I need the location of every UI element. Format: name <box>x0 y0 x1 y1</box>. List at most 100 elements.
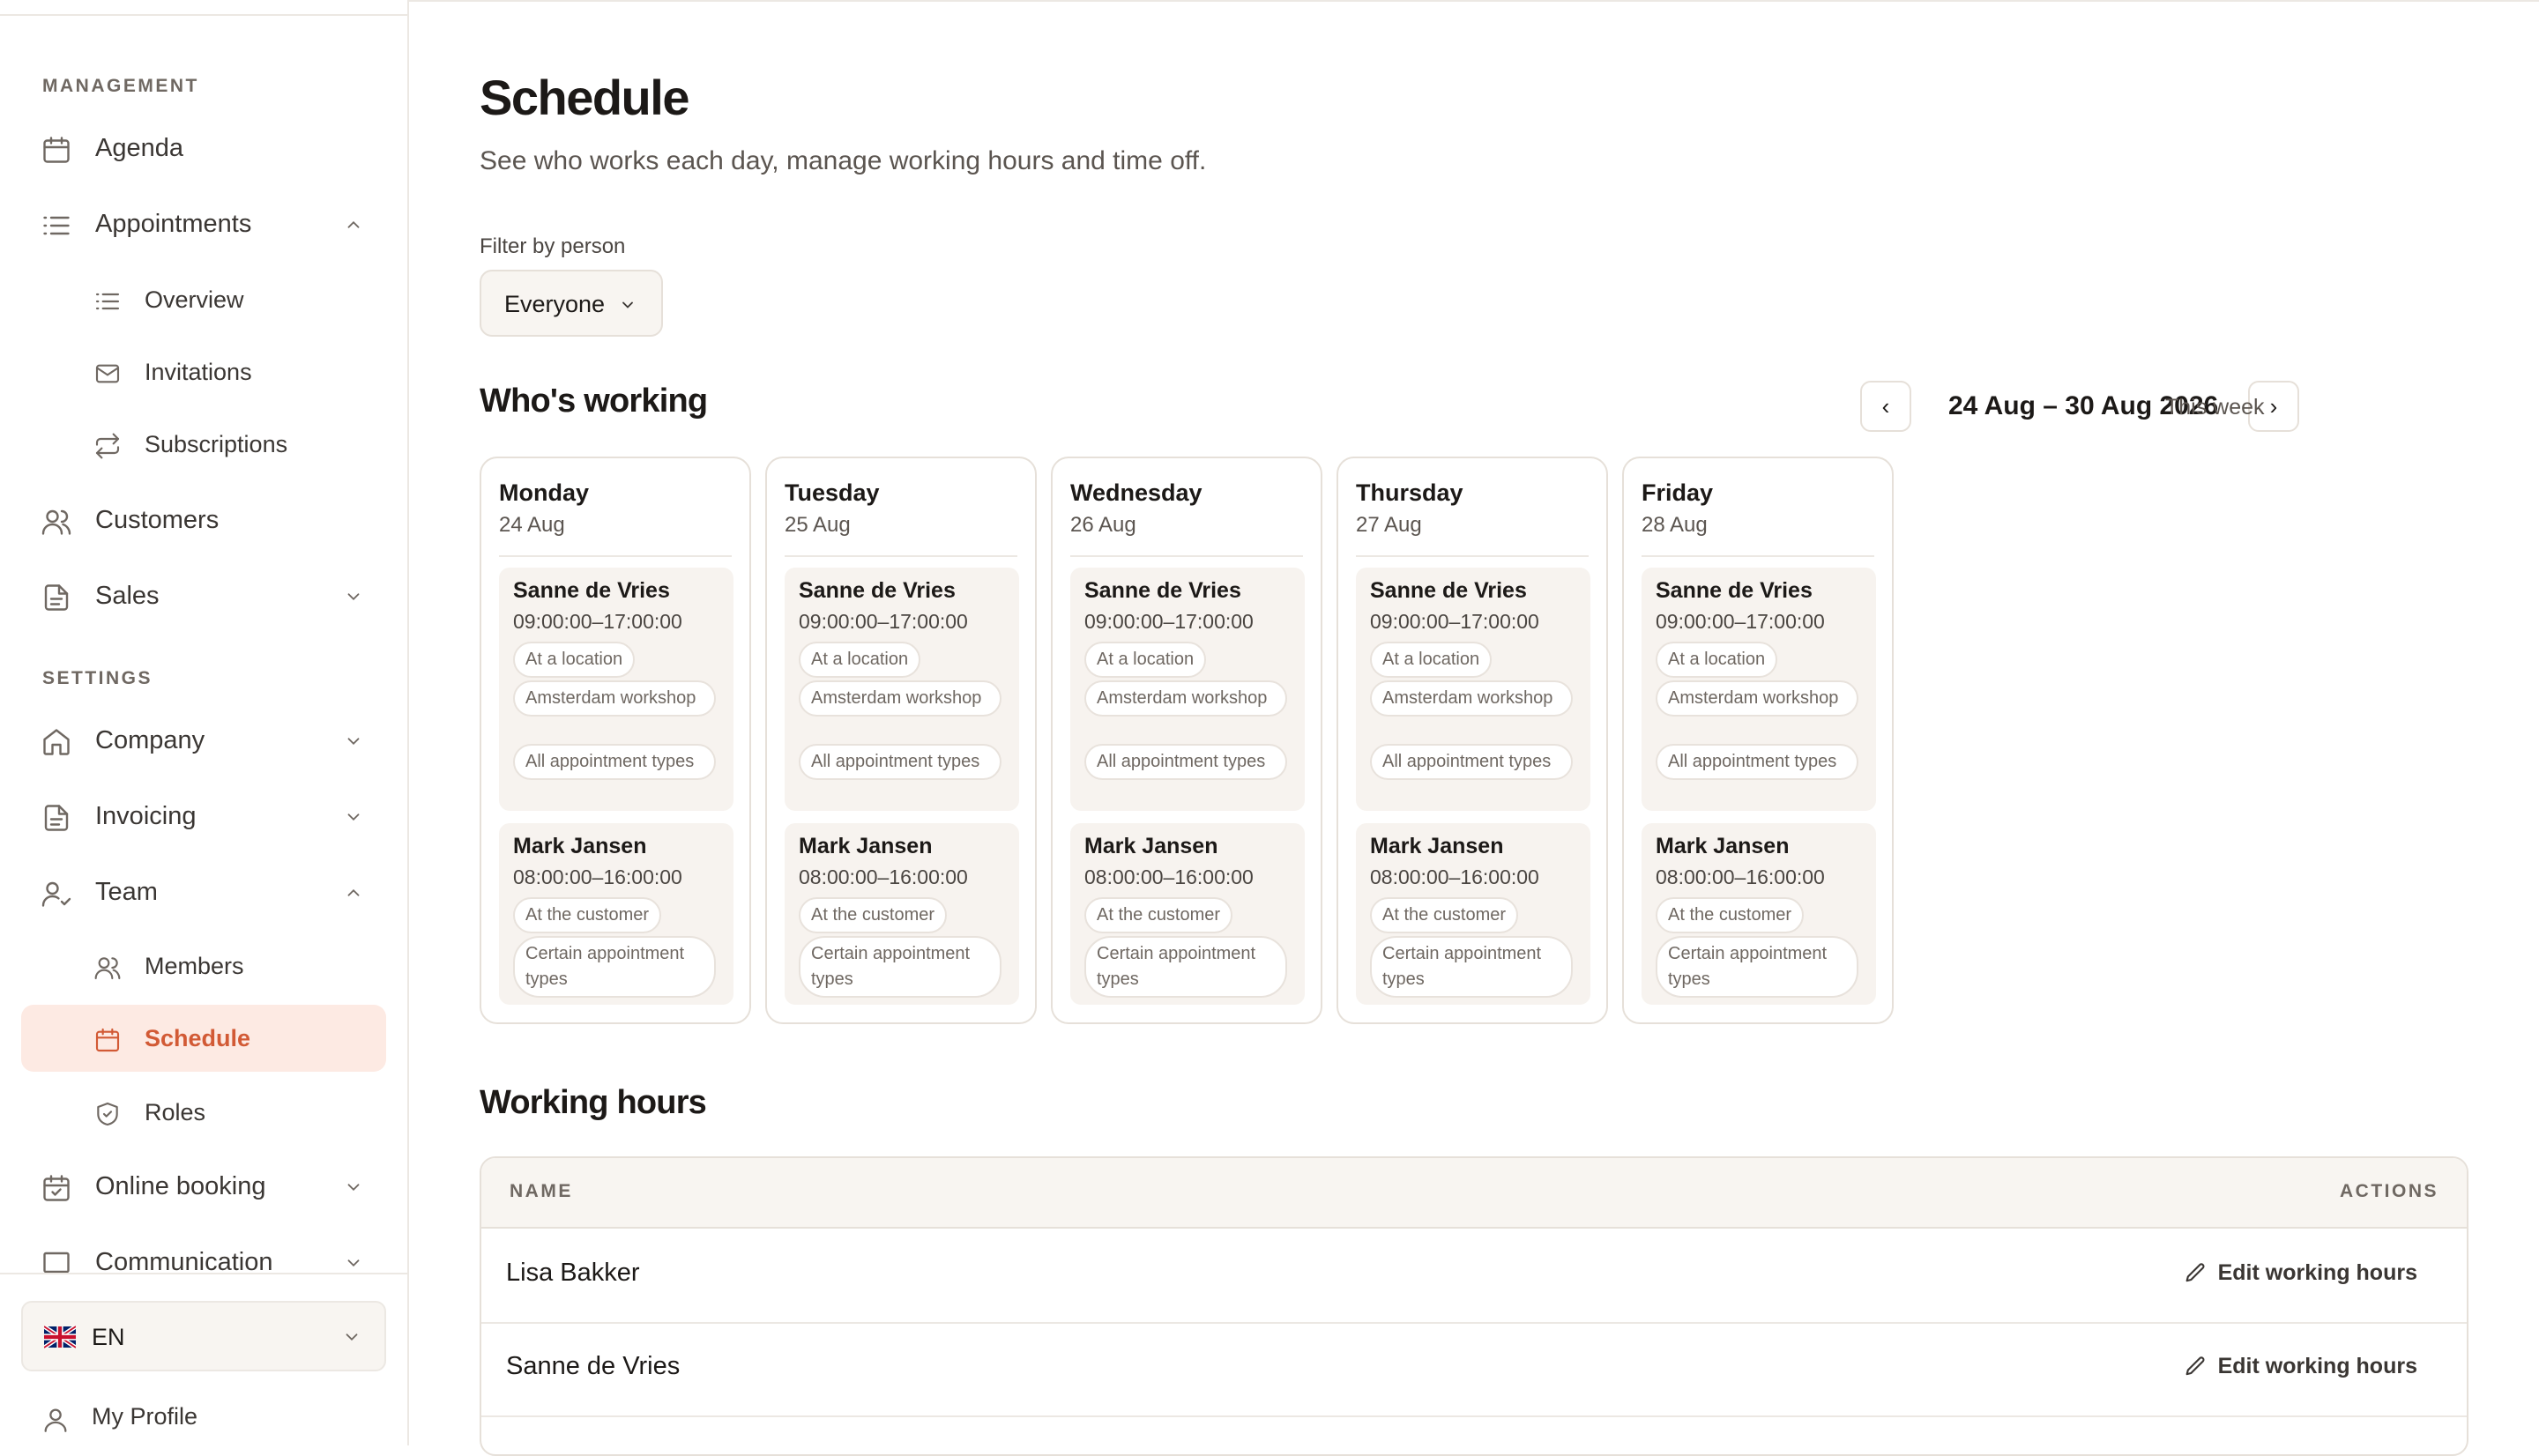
prev-week-button[interactable]: ‹ <box>1860 381 1911 432</box>
list-icon <box>95 293 120 310</box>
sidebar-item-online-booking[interactable]: Online booking <box>21 1153 386 1220</box>
chevron-down-icon <box>347 1184 360 1192</box>
shift-card[interactable]: Mark Jansen 08:00:00–16:00:00 At the cus… <box>785 823 1019 1005</box>
edit-label: Edit working hours <box>2217 1354 2417 1378</box>
shift-tag: All appointment types <box>513 744 716 780</box>
shift-person: Sanne de Vries <box>1370 578 1527 603</box>
sidebar-item-sales[interactable]: Sales <box>21 562 386 629</box>
shift-tag: Amsterdam workshop <box>1370 680 1573 717</box>
sidebar-item-team[interactable]: Team <box>21 858 386 925</box>
working-hours-table: NAME ACTIONS Lisa Bakker Edit working ho… <box>480 1156 2468 1456</box>
shift-tag: At the customer <box>1084 897 1233 933</box>
day-date: 28 Aug <box>1642 513 1708 537</box>
shift-tag: Amsterdam workshop <box>513 680 716 717</box>
message-square-icon <box>43 1252 70 1274</box>
shift-card[interactable]: Sanne de Vries 09:00:00–17:00:00 At a lo… <box>1642 568 1876 811</box>
chevron-down-icon <box>347 593 360 601</box>
user-check-icon <box>41 881 71 907</box>
edit-working-hours-button[interactable]: Edit working hours <box>2183 1260 2417 1286</box>
repeat-icon <box>95 433 120 459</box>
table-header: NAME ACTIONS <box>481 1158 2467 1229</box>
divider <box>1642 555 1874 557</box>
shift-tag: Amsterdam workshop <box>1656 680 1858 717</box>
sidebar-item-appointments[interactable]: Appointments <box>21 190 386 257</box>
shift-person: Sanne de Vries <box>1084 578 1241 603</box>
shift-card[interactable]: Mark Jansen 08:00:00–16:00:00 At the cus… <box>1356 823 1590 1005</box>
sidebar-item-label: Roles <box>145 1098 206 1125</box>
day-name: Tuesday <box>785 479 880 506</box>
uk-flag-icon <box>44 1326 76 1348</box>
edit-working-hours-button[interactable]: Edit working hours <box>2183 1354 2417 1379</box>
sidebar-item-members[interactable]: Members <box>21 932 386 999</box>
shift-card[interactable]: Sanne de Vries 09:00:00–17:00:00 At a lo… <box>499 568 733 811</box>
table-row: Sanne de Vries Edit working hours <box>481 1322 2467 1417</box>
row-name: Lisa Bakker <box>506 1259 640 1287</box>
users-icon <box>41 509 71 535</box>
sidebar-item-customers[interactable]: Customers <box>21 487 386 553</box>
sidebar-item-communication[interactable]: Communication <box>21 1229 386 1296</box>
list-icon <box>43 216 70 235</box>
shield-check-icon <box>97 1102 118 1126</box>
sidebar-item-label: Subscriptions <box>145 430 288 457</box>
shift-tag: Amsterdam workshop <box>799 680 1001 717</box>
shift-time: 09:00:00–17:00:00 <box>1370 610 1539 633</box>
sidebar-item-agenda[interactable]: Agenda <box>21 115 386 182</box>
filter-label: Filter by person <box>480 234 626 258</box>
main-content: Schedule See who works each day, manage … <box>409 0 2539 1456</box>
page-subtitle: See who works each day, manage working h… <box>480 146 1207 175</box>
shift-tag: All appointment types <box>799 744 1001 780</box>
shift-card[interactable]: Sanne de Vries 09:00:00–17:00:00 At a lo… <box>785 568 1019 811</box>
sidebar-item-label: Agenda <box>95 133 183 162</box>
sidebar-item-label: Members <box>145 952 244 979</box>
shift-time: 09:00:00–17:00:00 <box>513 610 682 633</box>
shift-tag: At a location <box>513 642 636 678</box>
user-icon <box>44 1408 67 1432</box>
shift-time: 08:00:00–16:00:00 <box>513 865 682 888</box>
day-name: Monday <box>499 479 590 506</box>
this-week-button[interactable]: This week <box>2165 395 2265 420</box>
sidebar-item-my-profile[interactable]: My Profile <box>21 1389 386 1445</box>
shift-tag: All appointment types <box>1370 744 1573 780</box>
sidebar-item-schedule[interactable]: Schedule <box>21 1005 386 1072</box>
sidebar-item-label: Online booking <box>95 1171 266 1200</box>
shift-tag: Certain appointment types <box>799 936 1001 998</box>
shift-person: Sanne de Vries <box>799 578 956 603</box>
table-row: Lisa Bakker Edit working hours <box>481 1229 2467 1324</box>
person-filter-select[interactable]: Everyone <box>480 270 663 337</box>
day-card-wednesday: Wednesday 26 Aug Sanne de Vries 09:00:00… <box>1051 457 1322 1024</box>
top-divider <box>409 0 2539 2</box>
shift-card[interactable]: Sanne de Vries 09:00:00–17:00:00 At a lo… <box>1070 568 1305 811</box>
page-title: Schedule <box>480 70 689 125</box>
shift-tag: Certain appointment types <box>1656 936 1858 998</box>
sidebar-item-roles[interactable]: Roles <box>21 1079 386 1146</box>
pencil-icon <box>2185 1356 2205 1375</box>
section-label-management: MANAGEMENT <box>42 76 199 96</box>
calendar-check-icon <box>43 1175 70 1201</box>
shift-tag: At a location <box>1084 642 1207 678</box>
calendar-icon <box>95 1028 120 1052</box>
day-name: Friday <box>1642 479 1714 506</box>
working-hours-title: Working hours <box>480 1084 707 1121</box>
sidebar-item-overview[interactable]: Overview <box>21 266 386 333</box>
day-name: Wednesday <box>1070 479 1202 506</box>
sidebar-item-company[interactable]: Company <box>21 707 386 774</box>
shift-card[interactable]: Mark Jansen 08:00:00–16:00:00 At the cus… <box>1070 823 1305 1005</box>
day-date: 25 Aug <box>785 513 851 537</box>
sidebar-item-label: My Profile <box>92 1403 198 1430</box>
sidebar-item-invitations[interactable]: Invitations <box>21 338 386 405</box>
shift-person: Mark Jansen <box>1370 834 1504 858</box>
edit-label: Edit working hours <box>2217 1260 2417 1285</box>
language-selector[interactable]: EN <box>21 1301 386 1371</box>
sidebar-item-subscriptions[interactable]: Subscriptions <box>21 411 386 478</box>
sidebar-item-label: Overview <box>145 286 244 313</box>
divider <box>1356 555 1589 557</box>
shift-card[interactable]: Sanne de Vries 09:00:00–17:00:00 At a lo… <box>1356 568 1590 811</box>
sidebar-item-invoicing[interactable]: Invoicing <box>21 783 386 850</box>
chevron-up-icon <box>347 220 360 228</box>
shift-card[interactable]: Mark Jansen 08:00:00–16:00:00 At the cus… <box>499 823 733 1005</box>
chevron-down-icon <box>347 813 360 821</box>
shift-time: 08:00:00–16:00:00 <box>1084 865 1254 888</box>
day-card-tuesday: Tuesday 25 Aug Sanne de Vries 09:00:00–1… <box>765 457 1037 1024</box>
chevron-down-icon <box>346 1333 358 1341</box>
shift-card[interactable]: Mark Jansen 08:00:00–16:00:00 At the cus… <box>1642 823 1876 1005</box>
